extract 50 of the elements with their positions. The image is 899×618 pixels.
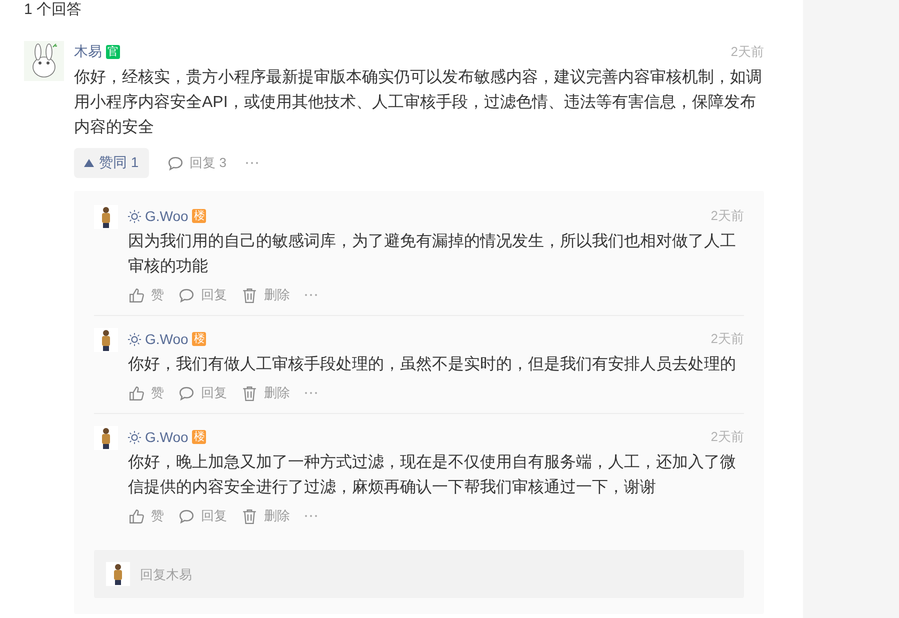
- comment-icon: [178, 384, 195, 402]
- thumbs-up-icon: [128, 384, 145, 402]
- post-time: 2天前: [710, 207, 744, 225]
- floor-badge: 楼: [192, 209, 206, 223]
- more-icon[interactable]: [304, 391, 318, 395]
- floor-badge: 楼: [192, 332, 206, 346]
- reply-button[interactable]: 回复: [178, 286, 227, 304]
- like-button[interactable]: 赞: [128, 286, 164, 304]
- triangle-icon: [84, 158, 94, 168]
- reply-button[interactable]: 回复 3: [162, 154, 231, 172]
- trash-icon: [241, 286, 258, 304]
- more-icon[interactable]: [304, 293, 318, 297]
- thumbs-up-icon: [128, 286, 145, 304]
- author-name[interactable]: G.Woo: [145, 331, 188, 347]
- answer-text: 你好，经核实，贵方小程序最新提审版本确实仍可以发布敏感内容，建议完善内容审核机制，如调用小程序内容安全API，或使用其他技术、人工审核手段，过滤色情、违法等有害信息，保障发布内容的安全: [74, 67, 763, 138]
- post-time: 2天前: [710, 330, 744, 348]
- reply-input-field[interactable]: 回复木易: [138, 566, 732, 582]
- author-name[interactable]: 木易: [74, 43, 102, 61]
- post-time: 2天前: [730, 43, 764, 61]
- answer-count-heading: 1 个回答: [24, 0, 83, 19]
- sun-icon: [128, 430, 141, 444]
- reply-button[interactable]: 回复: [178, 384, 227, 402]
- delete-button[interactable]: 删除: [241, 507, 290, 525]
- sun-icon: [128, 210, 141, 222]
- post-time: 2天前: [710, 428, 744, 446]
- more-icon[interactable]: [244, 161, 259, 165]
- reply-text: 你好，晚上加急又加了一种方式过滤，现在是不仅使用自有服务端，人工，还加入了微信提供的内容安全进行了过滤，麻烦再确认一下帮我们审核通过一下，谢谢: [128, 452, 737, 498]
- author-name[interactable]: G.Woo: [145, 208, 188, 224]
- sun-icon: [128, 332, 141, 346]
- thumbs-up-icon: [128, 508, 145, 524]
- like-button[interactable]: 赞: [128, 507, 164, 525]
- trash-icon: [241, 384, 258, 402]
- floor-badge: 楼: [192, 430, 206, 444]
- rabbit-avatar-icon: [24, 41, 64, 81]
- author-name[interactable]: G.Woo: [145, 429, 188, 445]
- comment-icon: [166, 154, 184, 172]
- person-avatar-icon: [106, 562, 130, 586]
- like-button[interactable]: 赞: [128, 384, 164, 402]
- more-icon[interactable]: [304, 514, 318, 518]
- reply-input-box[interactable]: 回复木易: [94, 550, 744, 598]
- comment-icon: [178, 508, 195, 524]
- trash-icon: [241, 508, 258, 524]
- official-badge: 官: [106, 45, 120, 59]
- upvote-button[interactable]: 赞同 1: [74, 148, 149, 178]
- reply-text: 你好，我们有做人工审核手段处理的，虽然不是实时的，但是我们有安排人员去处理的: [128, 354, 737, 375]
- delete-button[interactable]: 删除: [241, 286, 290, 304]
- reply-text: 因为我们用的自己的敏感词库，为了避免有漏掉的情况发生，所以我们也相对做了人工审核的功能: [128, 232, 737, 277]
- reply-button[interactable]: 回复: [178, 507, 227, 525]
- comment-icon: [178, 286, 195, 304]
- delete-button[interactable]: 删除: [241, 384, 290, 402]
